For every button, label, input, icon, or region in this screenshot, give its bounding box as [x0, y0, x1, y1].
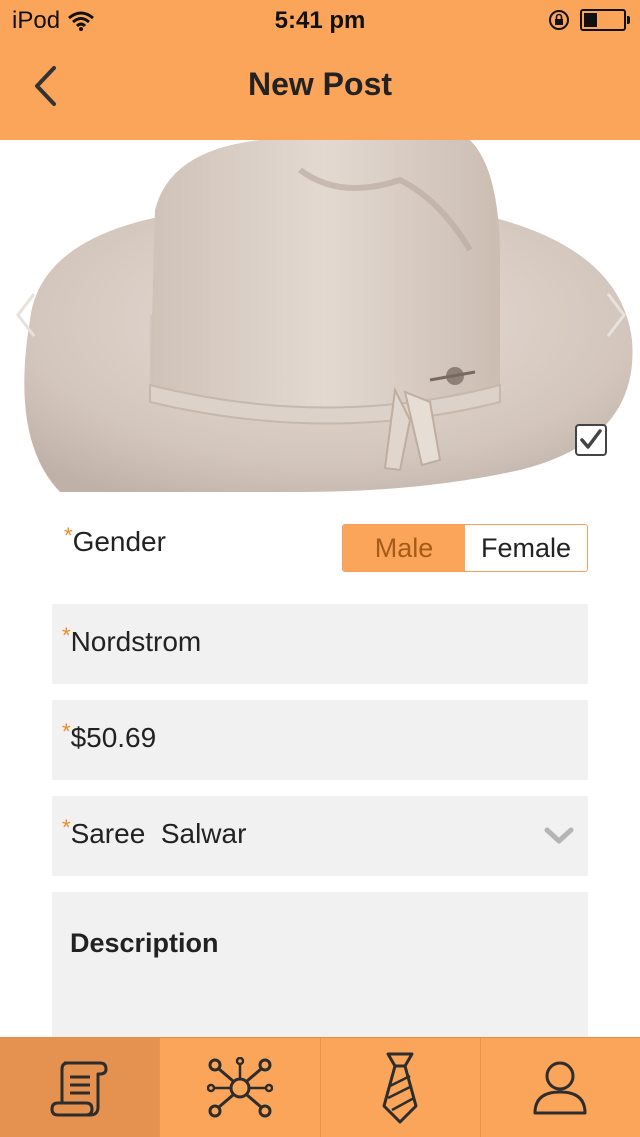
- description-placeholder: Description: [70, 928, 219, 958]
- category-dropdown[interactable]: *Saree Salwar: [52, 796, 588, 876]
- image-select-checkbox[interactable]: [575, 424, 607, 456]
- store-value: Nordstrom: [70, 626, 202, 657]
- gender-segmented-control[interactable]: Male Female: [342, 524, 588, 572]
- category-value: Saree Salwar: [70, 818, 247, 849]
- tab-profile[interactable]: [481, 1038, 640, 1137]
- tab-posts[interactable]: [0, 1038, 161, 1137]
- status-bar: iPod 5:41 pm: [0, 0, 640, 40]
- price-field-text: *$50.69: [62, 719, 157, 754]
- product-image-carousel[interactable]: [0, 140, 640, 492]
- chevron-right-icon: [606, 293, 626, 337]
- chevron-down-icon[interactable]: [544, 826, 574, 846]
- gender-option-female[interactable]: Female: [465, 525, 587, 571]
- chevron-left-icon: [16, 293, 36, 337]
- store-field[interactable]: *Nordstrom: [52, 604, 588, 684]
- battery-tip: [627, 16, 630, 24]
- user-icon: [533, 1061, 587, 1114]
- gender-option-male[interactable]: Male: [343, 525, 465, 571]
- required-marker: *: [62, 815, 71, 840]
- scroll-icon: [50, 1061, 108, 1116]
- gender-row: *Gender Male Female: [52, 520, 588, 576]
- previous-image-button[interactable]: [12, 290, 42, 340]
- description-textarea[interactable]: Description: [52, 892, 588, 1038]
- rotation-lock-icon: [549, 10, 569, 30]
- store-field-text: *Nordstrom: [62, 623, 202, 658]
- required-marker: *: [62, 719, 71, 744]
- checkmark-icon: [580, 429, 602, 449]
- tab-wardrobe[interactable]: [321, 1038, 481, 1137]
- page-title: New Post: [247, 66, 393, 102]
- tab-bar: [0, 1037, 640, 1137]
- required-marker: *: [62, 623, 71, 648]
- tie-icon: [382, 1052, 418, 1123]
- navigation-bar: New Post: [0, 40, 640, 140]
- status-right: [548, 9, 630, 31]
- tab-network[interactable]: [160, 1038, 321, 1137]
- price-value: $50.69: [70, 722, 157, 753]
- network-icon: [206, 1056, 273, 1117]
- status-time: 5:41 pm: [274, 7, 366, 34]
- required-marker: *: [64, 523, 73, 548]
- gender-label: *Gender: [64, 523, 166, 558]
- hat-image: [24, 140, 633, 492]
- price-field[interactable]: *$50.69: [52, 700, 588, 780]
- battery-fill: [584, 13, 597, 27]
- gender-label-text: Gender: [72, 526, 166, 557]
- next-image-button[interactable]: [600, 290, 630, 340]
- battery-icon: [580, 9, 630, 31]
- category-field-text: *Saree Salwar: [62, 815, 247, 850]
